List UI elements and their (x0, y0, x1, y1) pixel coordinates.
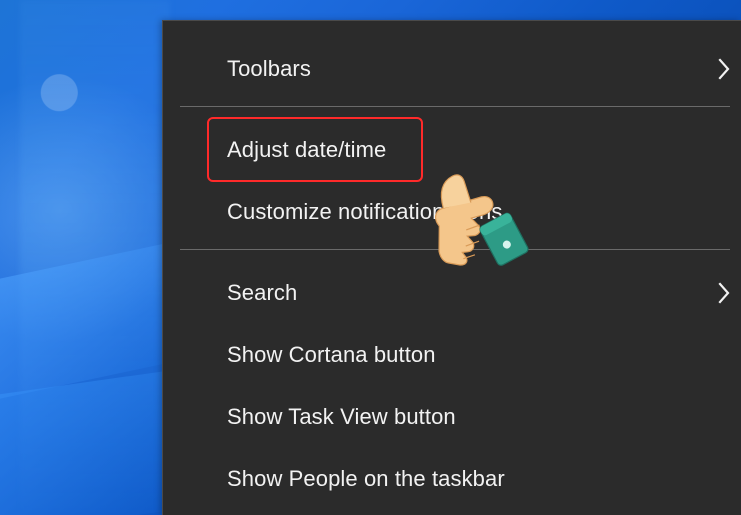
menu-item-show-cortana-button[interactable]: Show Cortana button (163, 327, 741, 383)
menu-item-customize-notification-icons[interactable]: Customize notification icons (163, 184, 741, 240)
chevron-right-icon (718, 58, 730, 80)
menu-item-show-people-on-taskbar[interactable]: Show People on the taskbar (163, 451, 741, 507)
menu-item-label: Toolbars (227, 56, 311, 81)
menu-item-toolbars[interactable]: Toolbars (163, 41, 741, 97)
menu-item-label: Adjust date/time (227, 137, 387, 162)
menu-item-label: Customize notification icons (227, 199, 503, 224)
menu-separator (180, 249, 730, 250)
wallpaper-pane (0, 369, 175, 515)
taskbar-context-menu: Toolbars Adjust date/time Customize noti… (162, 20, 741, 515)
desktop-background: Toolbars Adjust date/time Customize noti… (0, 0, 741, 515)
menu-item-adjust-date-time[interactable]: Adjust date/time (163, 122, 741, 178)
menu-item-label: Show Cortana button (227, 342, 436, 367)
menu-item-show-task-view-button[interactable]: Show Task View button (163, 389, 741, 445)
menu-item-label: Show Task View button (227, 404, 456, 429)
menu-item-label: Search (227, 280, 298, 305)
chevron-right-icon (718, 282, 730, 304)
menu-separator (180, 106, 730, 107)
menu-item-label: Show People on the taskbar (227, 466, 505, 491)
menu-item-search[interactable]: Search (163, 265, 741, 321)
